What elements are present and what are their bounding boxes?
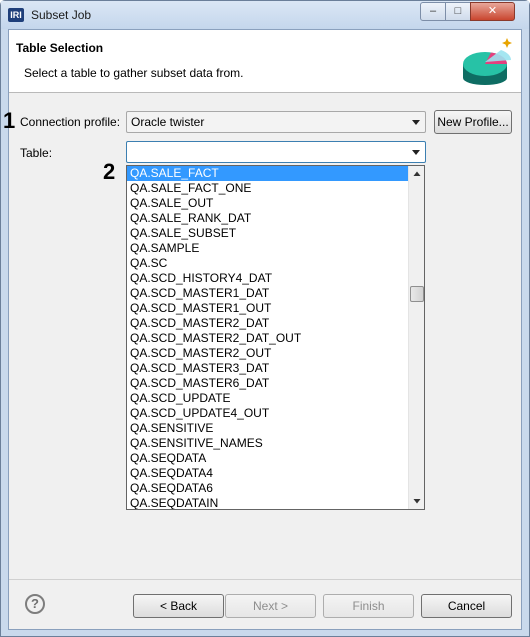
chevron-down-icon <box>412 150 420 155</box>
close-button[interactable]: ✕ <box>470 2 515 21</box>
next-button[interactable]: Next > <box>225 594 316 618</box>
scroll-up-arrow-icon[interactable] <box>412 169 422 179</box>
table-option[interactable]: QA.SALE_FACT_ONE <box>127 181 409 196</box>
table-option[interactable]: QA.SCD_HISTORY4_DAT <box>127 271 409 286</box>
page-title: Table Selection <box>16 41 104 55</box>
table-option[interactable]: QA.SCD_MASTER6_DAT <box>127 376 409 391</box>
table-option[interactable]: QA.SCD_MASTER2_OUT <box>127 346 409 361</box>
connection-profile-label: Connection profile: <box>20 115 121 129</box>
annotation-marker-1: 1 <box>3 108 16 133</box>
back-button[interactable]: < Back <box>133 594 224 618</box>
page-description: Select a table to gather subset data fro… <box>24 66 244 80</box>
table-option[interactable]: QA.SENSITIVE_NAMES <box>127 436 409 451</box>
table-option[interactable]: QA.SCD_MASTER2_DAT_OUT <box>127 331 409 346</box>
wizard-header: Table Selection Select a table to gather… <box>9 30 521 93</box>
connection-profile-select[interactable]: Oracle twister <box>126 111 426 133</box>
maximize-button[interactable]: □ <box>445 2 471 21</box>
table-option[interactable]: QA.SALE_FACT <box>127 166 409 181</box>
table-option[interactable]: QA.SAMPLE <box>127 241 409 256</box>
table-option[interactable]: QA.SALE_RANK_DAT <box>127 211 409 226</box>
dropdown-scrollbar[interactable] <box>408 166 424 509</box>
subset-job-window: IRI Subset Job – □ ✕ Table Selection Sel… <box>0 0 530 637</box>
table-option[interactable]: QA.SCD_MASTER2_DAT <box>127 316 409 331</box>
footer-separator <box>9 579 521 580</box>
connection-profile-value: Oracle twister <box>131 115 205 129</box>
table-option[interactable]: QA.SENSITIVE <box>127 421 409 436</box>
table-option[interactable]: QA.SCD_MASTER1_DAT <box>127 286 409 301</box>
table-option[interactable]: QA.SALE_SUBSET <box>127 226 409 241</box>
table-option[interactable]: QA.SC <box>127 256 409 271</box>
table-label: Table: <box>20 146 53 160</box>
table-option[interactable]: QA.SCD_UPDATE4_OUT <box>127 406 409 421</box>
scrollbar-thumb[interactable] <box>410 286 424 302</box>
table-option[interactable]: QA.SCD_MASTER3_DAT <box>127 361 409 376</box>
table-option[interactable]: QA.SEQDATAIN <box>127 496 409 509</box>
table-options: QA.SALE_FACT QA.SALE_FACT_ONE QA.SALE_OUT Q… <box>127 166 409 509</box>
table-select[interactable] <box>126 141 426 163</box>
help-icon[interactable]: ? <box>25 594 45 614</box>
chevron-down-icon <box>412 120 420 125</box>
new-profile-button[interactable]: New Profile... <box>434 110 512 134</box>
table-option[interactable]: QA.SEQDATA6 <box>127 481 409 496</box>
table-option[interactable]: QA.SEQDATA4 <box>127 466 409 481</box>
table-option[interactable]: QA.SCD_MASTER1_OUT <box>127 301 409 316</box>
finish-button[interactable]: Finish <box>323 594 414 618</box>
iri-app-icon: IRI <box>8 8 24 22</box>
scroll-down-arrow-icon[interactable] <box>412 496 422 506</box>
title-bar[interactable]: IRI Subset Job – □ ✕ <box>1 1 529 29</box>
window-title: Subset Job <box>31 8 92 22</box>
pie-chart-icon <box>463 38 512 85</box>
table-option[interactable]: QA.SALE_OUT <box>127 196 409 211</box>
table-option[interactable]: QA.SCD_UPDATE <box>127 391 409 406</box>
wizard-body: Table Selection Select a table to gather… <box>3 29 522 630</box>
table-dropdown-list[interactable]: QA.SALE_FACT QA.SALE_FACT_ONE QA.SALE_OUT Q… <box>126 165 425 510</box>
cancel-button[interactable]: Cancel <box>421 594 512 618</box>
annotation-marker-2: 2 <box>103 159 116 184</box>
minimize-button[interactable]: – <box>420 2 446 21</box>
table-option[interactable]: QA.SEQDATA <box>127 451 409 466</box>
